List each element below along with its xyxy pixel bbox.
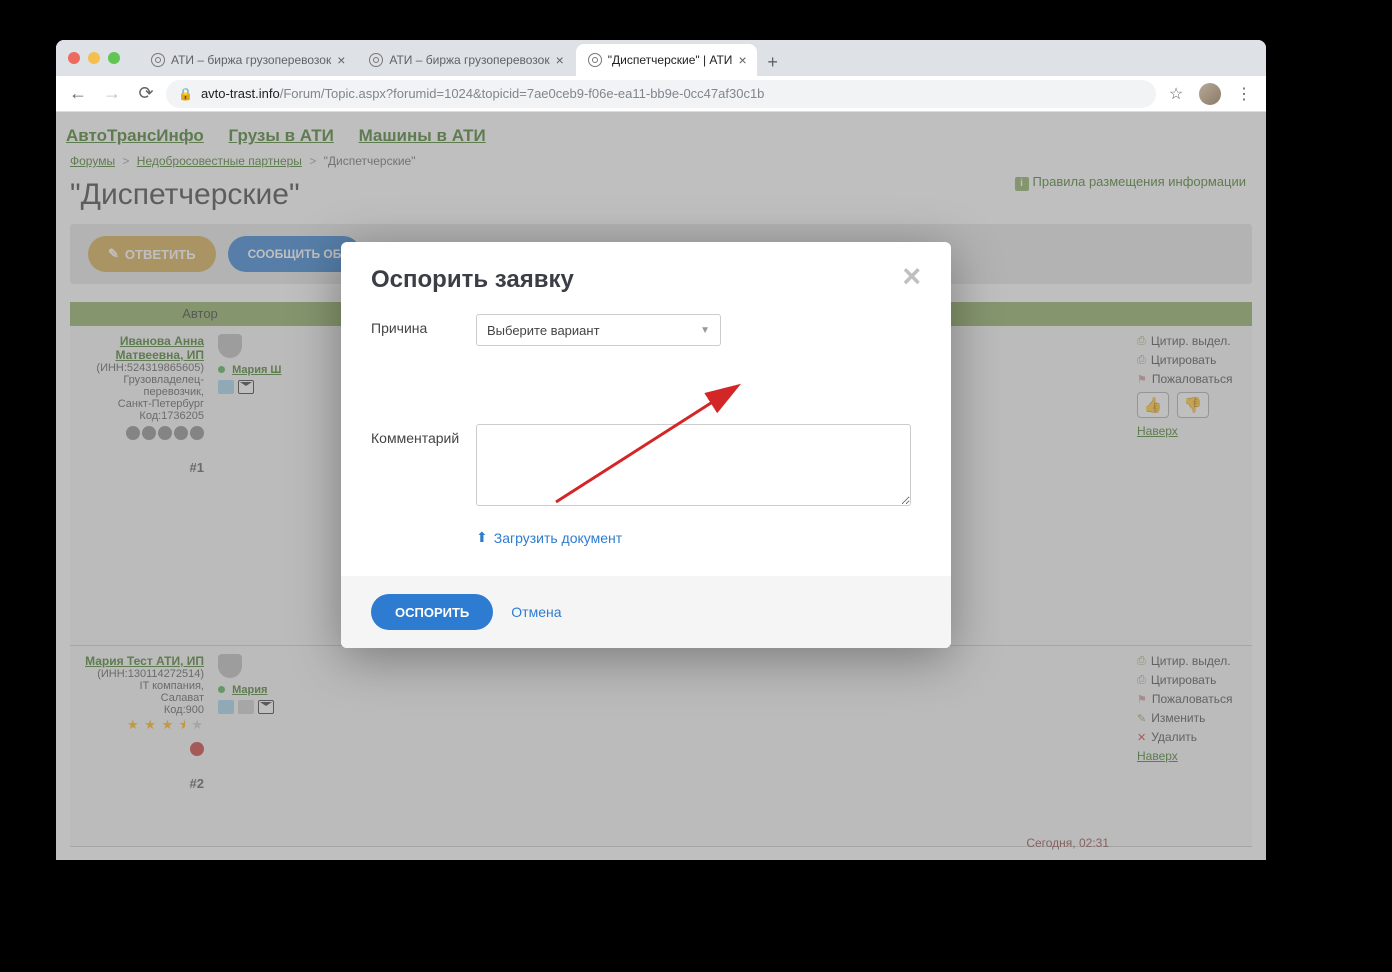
browser-tab-1[interactable]: АТИ – биржа грузоперевозок × (139, 44, 355, 76)
close-icon[interactable]: × (902, 266, 921, 286)
tab-bar: АТИ – биржа грузоперевозок × АТИ – биржа… (56, 40, 1266, 76)
new-tab-button[interactable]: + (759, 48, 787, 76)
upload-icon: ⬆ (476, 529, 488, 546)
tab-close-icon[interactable]: × (738, 52, 746, 68)
minimize-window-button[interactable] (88, 52, 100, 64)
dispute-modal: Оспорить заявку × Причина Выберите вариа… (341, 242, 951, 648)
tab-title: "Диспетчерские" | АТИ (608, 53, 733, 67)
browser-menu-icon[interactable]: ⋮ (1230, 80, 1258, 108)
reason-select-value: Выберите вариант (487, 323, 600, 338)
url-bar: ← → ⟳ 🔒 avto-trast.info/Forum/Topic.aspx… (56, 76, 1266, 112)
browser-tab-2[interactable]: АТИ – биржа грузоперевозок × (357, 44, 573, 76)
lock-icon: 🔒 (178, 87, 193, 101)
upload-document-link[interactable]: ⬆ Загрузить документ (476, 529, 921, 546)
modal-body: Причина Выберите вариант ▼ Комментарий (341, 304, 951, 576)
dispute-submit-button[interactable]: ОСПОРИТЬ (371, 594, 493, 630)
modal-header: Оспорить заявку × (341, 242, 951, 304)
reason-label: Причина (371, 314, 476, 336)
browser-window: АТИ – биржа грузоперевозок × АТИ – биржа… (56, 40, 1266, 860)
window-controls (68, 52, 120, 64)
browser-tab-3-active[interactable]: "Диспетчерские" | АТИ × (576, 44, 757, 76)
url-host: avto-trast.info (201, 86, 280, 101)
tab-close-icon[interactable]: × (556, 52, 564, 68)
favicon-icon (369, 53, 383, 67)
chevron-down-icon: ▼ (700, 325, 710, 336)
profile-avatar[interactable] (1196, 80, 1224, 108)
maximize-window-button[interactable] (108, 52, 120, 64)
address-bar[interactable]: 🔒 avto-trast.info/Forum/Topic.aspx?forum… (166, 80, 1156, 108)
favicon-icon (151, 53, 165, 67)
tabs-container: АТИ – биржа грузоперевозок × АТИ – биржа… (139, 44, 787, 76)
cancel-link[interactable]: Отмена (511, 604, 561, 620)
upload-link-text: Загрузить документ (494, 530, 622, 546)
page-content: АвтоТрансИнфо Грузы в АТИ Машины в АТИ Ф… (56, 112, 1266, 860)
reload-button[interactable]: ⟳ (132, 80, 160, 108)
url-path: /Forum/Topic.aspx?forumid=1024&topicid=7… (280, 86, 765, 101)
form-row-comment: Комментарий (371, 424, 921, 511)
favicon-icon (588, 53, 602, 67)
comment-label: Комментарий (371, 424, 476, 446)
reason-select[interactable]: Выберите вариант ▼ (476, 314, 721, 346)
bookmark-star-icon[interactable]: ☆ (1162, 80, 1190, 108)
form-row-reason: Причина Выберите вариант ▼ (371, 314, 921, 346)
modal-footer: ОСПОРИТЬ Отмена (341, 576, 951, 648)
tab-title: АТИ – биржа грузоперевозок (389, 53, 549, 67)
url-text: avto-trast.info/Forum/Topic.aspx?forumid… (201, 86, 764, 101)
close-window-button[interactable] (68, 52, 80, 64)
tab-title: АТИ – биржа грузоперевозок (171, 53, 331, 67)
comment-textarea[interactable] (476, 424, 911, 506)
forward-button[interactable]: → (98, 80, 126, 108)
modal-title: Оспорить заявку (371, 266, 574, 294)
tab-close-icon[interactable]: × (337, 52, 345, 68)
back-button[interactable]: ← (64, 80, 92, 108)
